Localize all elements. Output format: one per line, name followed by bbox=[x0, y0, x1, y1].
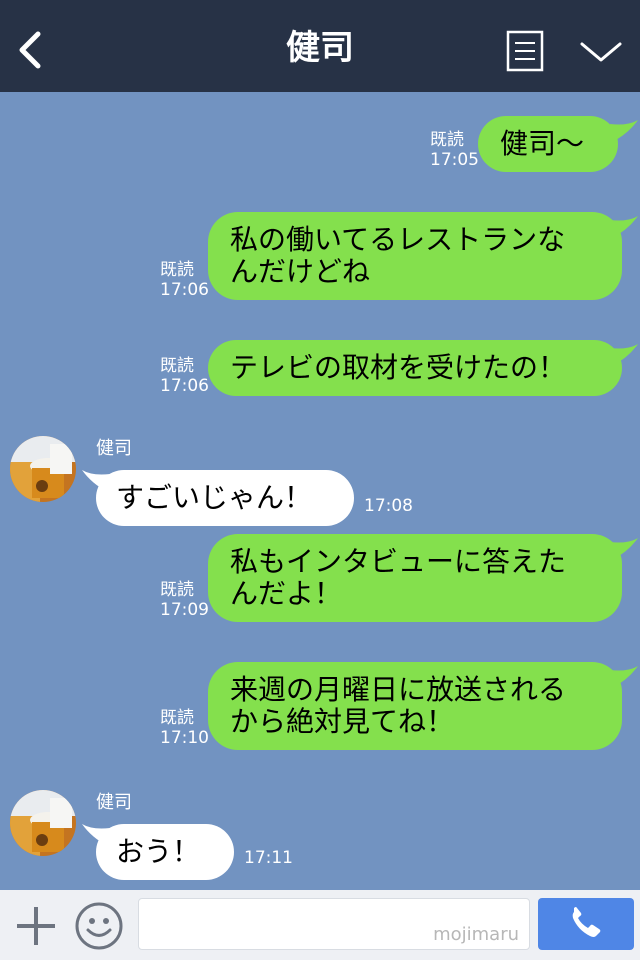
message-text: 私の働いてるレストランな bbox=[230, 223, 566, 256]
phone-icon bbox=[572, 907, 601, 937]
watermark-text: mojimaru bbox=[433, 924, 519, 945]
message-time: 17:06 bbox=[160, 376, 209, 396]
message-bubble-outgoing[interactable]: 来週の月曜日に放送される から絶対見てね！ bbox=[208, 662, 622, 750]
message-bubble-outgoing[interactable]: 私もインタビューに答えた んだよ！ bbox=[208, 534, 622, 622]
sender-name: 健司 bbox=[96, 438, 132, 459]
message-time: 17:09 bbox=[160, 600, 209, 620]
message-text: んだよ！ bbox=[230, 577, 343, 610]
message-bubble-outgoing[interactable]: 私の働いてるレストランな んだけどね bbox=[208, 212, 622, 300]
add-button[interactable] bbox=[14, 904, 58, 948]
message-bubble-incoming[interactable]: すごいじゃん！ bbox=[96, 470, 354, 526]
message-time: 17:08 bbox=[364, 496, 413, 516]
message-time: 17:06 bbox=[160, 280, 209, 300]
chat-header: 健司 bbox=[0, 0, 640, 92]
emoji-button[interactable] bbox=[74, 901, 124, 951]
message-bubble-outgoing[interactable]: 健司〜 bbox=[478, 116, 618, 172]
read-receipt: 既読 bbox=[160, 580, 194, 600]
message-time: 17:05 bbox=[430, 150, 479, 170]
message-text: テレビの取材を受けたの！ bbox=[230, 351, 567, 384]
message-time: 17:11 bbox=[244, 848, 293, 868]
message-time: 17:10 bbox=[160, 728, 209, 748]
chat-title: 健司 bbox=[286, 28, 354, 68]
avatar[interactable] bbox=[10, 790, 76, 856]
message-bubble-incoming[interactable]: おう！ bbox=[96, 824, 234, 880]
beer-avatar-icon bbox=[10, 790, 76, 856]
smiley-icon bbox=[75, 902, 123, 950]
sender-name: 健司 bbox=[96, 792, 132, 813]
list-icon bbox=[506, 30, 544, 72]
chevron-down-icon bbox=[580, 42, 622, 62]
expand-button[interactable] bbox=[578, 36, 624, 66]
message-meta: 既読 17:10 bbox=[160, 708, 209, 748]
plus-icon bbox=[17, 907, 55, 945]
read-receipt: 既読 bbox=[160, 356, 194, 376]
beer-avatar-icon bbox=[10, 436, 76, 502]
message-text: 健司〜 bbox=[500, 127, 585, 160]
message-text: から絶対見てね！ bbox=[230, 705, 455, 738]
message-text: 私もインタビューに答えた bbox=[230, 545, 567, 578]
read-receipt: 既読 bbox=[160, 708, 194, 728]
call-button[interactable] bbox=[538, 898, 634, 950]
message-text: 来週の月曜日に放送される bbox=[230, 673, 567, 706]
chat-area[interactable]: 既読 17:05 健司〜 既読 17:06 私の働いてるレストランな んだけどね… bbox=[0, 92, 640, 890]
menu-button[interactable] bbox=[506, 30, 544, 72]
message-bubble-outgoing[interactable]: テレビの取材を受けたの！ bbox=[208, 340, 622, 396]
message-input[interactable]: mojimaru bbox=[138, 898, 530, 950]
read-receipt: 既読 bbox=[160, 260, 194, 280]
message-text: すごいじゃん！ bbox=[116, 481, 313, 514]
message-meta: 既読 17:09 bbox=[160, 580, 209, 620]
avatar[interactable] bbox=[10, 436, 76, 502]
read-receipt: 既読 bbox=[430, 130, 464, 150]
message-text: んだけどね bbox=[230, 255, 371, 288]
message-text: おう！ bbox=[116, 835, 201, 868]
message-meta: 既読 17:05 bbox=[430, 130, 479, 170]
message-meta: 既読 17:06 bbox=[160, 260, 209, 300]
message-meta: 既読 17:06 bbox=[160, 356, 209, 396]
